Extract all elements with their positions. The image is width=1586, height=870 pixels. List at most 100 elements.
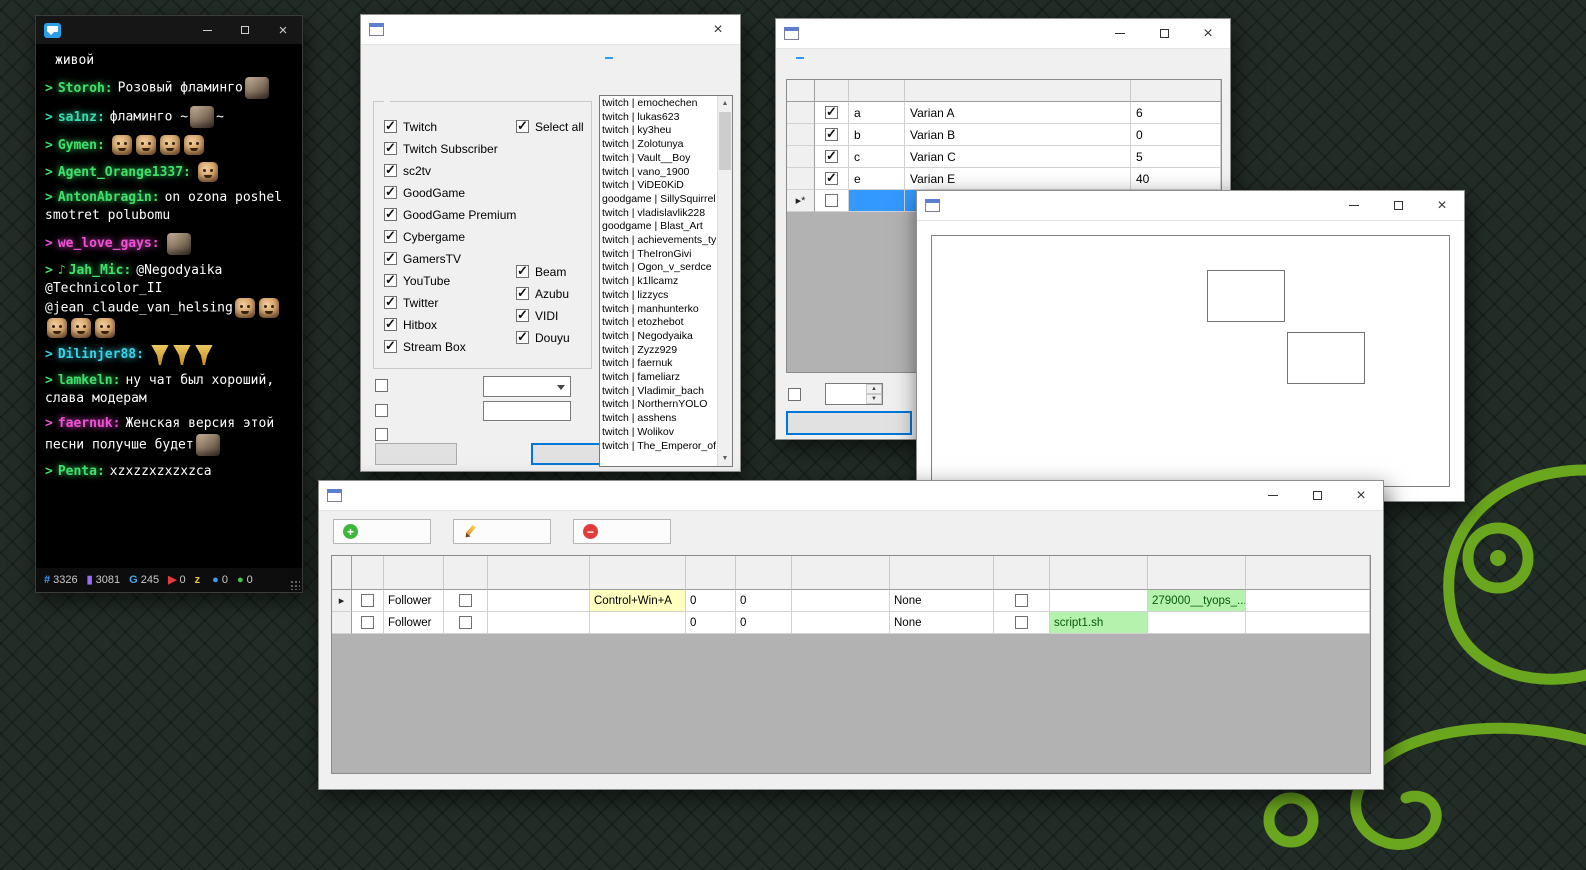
active-checkbox[interactable] (825, 128, 838, 141)
member-list-item[interactable]: twitch | lukas623 (602, 111, 732, 125)
script-cell[interactable] (1050, 590, 1148, 612)
close-icon[interactable] (1186, 19, 1230, 48)
table-row[interactable]: a Varian A 6 (787, 102, 1221, 124)
grid-corner-cell[interactable] (787, 80, 815, 102)
remove-button[interactable]: − (573, 519, 671, 544)
key-cell[interactable]: None (890, 612, 994, 634)
result-cell[interactable]: 40 (1131, 168, 1221, 190)
active-checkbox-cell[interactable] (815, 124, 849, 146)
keep-pressed-checkbox[interactable] (1015, 616, 1028, 629)
site-checkbox[interactable] (384, 274, 397, 287)
column-header-sound[interactable] (1148, 556, 1246, 590)
key-cell[interactable] (849, 190, 905, 212)
timer-checkbox[interactable] (788, 388, 801, 401)
site-checkbox-row[interactable]: sc2tv (384, 164, 516, 177)
grid-corner-cell[interactable] (332, 556, 352, 590)
table-row[interactable]: e Varian E 40 (787, 168, 1221, 190)
active-checkbox-cell[interactable] (815, 146, 849, 168)
hotkey-cell[interactable]: Control+Win+A (590, 590, 686, 612)
min-donate-cell[interactable]: 0 (686, 612, 736, 634)
site-checkbox-row[interactable]: GoodGame (384, 186, 516, 199)
site-checkbox-row[interactable]: YouTube (384, 274, 516, 287)
sound-cell[interactable]: 279000__tyops_... (1148, 590, 1246, 612)
scrollbar-thumb[interactable] (719, 112, 731, 170)
spinner-up-icon[interactable] (866, 384, 882, 394)
active-checkbox[interactable] (825, 106, 838, 119)
voting-chart-titlebar[interactable] (917, 191, 1464, 221)
without-repeats-checkbox[interactable] (375, 428, 388, 441)
members-scrollbar[interactable] (717, 96, 732, 466)
column-header-alert[interactable] (1246, 556, 1370, 590)
member-list-item[interactable]: twitch | asshens (602, 412, 732, 426)
member-list-item[interactable]: twitch | vano_1900 (602, 166, 732, 180)
spinner-down-icon[interactable] (866, 394, 882, 404)
site-checkbox-row[interactable]: Beam (516, 265, 584, 278)
result-cell[interactable]: 5 (1131, 146, 1221, 168)
maximize-button[interactable] (1376, 191, 1420, 220)
site-checkbox[interactable] (516, 265, 529, 278)
column-header-max-donate[interactable] (736, 556, 792, 590)
chat-message-list[interactable]: живой >Storoh:Розовый фламинго >sa1nz:фл… (36, 44, 302, 568)
table-row[interactable]: ▸ Follower Control+Win+A 0 0 None 279000… (332, 590, 1370, 612)
active-checkbox-cell[interactable] (815, 168, 849, 190)
rank-checkbox[interactable] (375, 379, 388, 392)
close-icon[interactable] (696, 15, 740, 44)
chat-text-cell[interactable] (488, 590, 590, 612)
member-list-item[interactable]: twitch | Zolotunya (602, 138, 732, 152)
scroll-down-icon[interactable] (718, 451, 732, 466)
member-list-item[interactable]: twitch | manhunterko (602, 303, 732, 317)
member-list-item[interactable]: twitch | Negodyaika (602, 330, 732, 344)
column-header-variant[interactable] (905, 80, 1131, 102)
voting-titlebar[interactable] (776, 19, 1230, 49)
maximize-button[interactable] (1295, 481, 1339, 510)
site-checkbox[interactable] (384, 230, 397, 243)
active-checkbox[interactable] (361, 616, 374, 629)
keep-pressed-checkbox[interactable] (1015, 594, 1028, 607)
site-checkbox[interactable] (516, 331, 529, 344)
member-list-item[interactable]: twitch | ky3heu (602, 124, 732, 138)
member-list-item[interactable]: twitch | k1llcamz (602, 275, 732, 289)
active-checkbox[interactable] (825, 194, 838, 207)
member-list-item[interactable]: twitch | Vault__Boy (602, 152, 732, 166)
site-checkbox[interactable] (384, 186, 397, 199)
minimize-button[interactable] (1251, 481, 1295, 510)
column-header-chat-text[interactable] (488, 556, 590, 590)
max-donate-cell[interactable]: 0 (736, 612, 792, 634)
chat-text-cell[interactable] (488, 612, 590, 634)
member-list-item[interactable]: twitch | ViDE0KiD (602, 179, 732, 193)
hotkey-cell[interactable] (590, 612, 686, 634)
member-list-item[interactable]: twitch | fameliarz (602, 371, 732, 385)
site-checkbox-row[interactable]: Twitter (384, 296, 516, 309)
site-checkbox[interactable] (384, 296, 397, 309)
minimize-button[interactable] (188, 16, 226, 44)
keyword-input[interactable] (483, 401, 571, 421)
site-checkbox[interactable] (384, 340, 397, 353)
member-list-item[interactable]: twitch | lizzycs (602, 289, 732, 303)
active-checkbox-cell[interactable] (352, 612, 384, 634)
only-sub-checkbox[interactable] (459, 594, 472, 607)
site-checkbox[interactable] (516, 287, 529, 300)
member-list-item[interactable]: twitch | Wolikov (602, 426, 732, 440)
column-header-min-donate[interactable] (686, 556, 736, 590)
member-list-item[interactable]: twitch | The_Emperor_of (602, 440, 732, 454)
key-cell[interactable]: a (849, 102, 905, 124)
minimize-button[interactable] (1098, 19, 1142, 48)
only-sub-cell[interactable] (444, 612, 488, 634)
column-header-title-contains[interactable] (792, 556, 890, 590)
close-icon[interactable] (264, 16, 302, 44)
title-contains-cell[interactable] (792, 612, 890, 634)
member-list-item[interactable]: twitch | etozhebot (602, 316, 732, 330)
site-checkbox[interactable] (384, 318, 397, 331)
site-checkbox[interactable] (384, 142, 397, 155)
member-list-item[interactable]: twitch | achievements_ty (602, 234, 732, 248)
voting-window-button[interactable] (786, 411, 912, 435)
row-header-cell[interactable] (332, 612, 352, 634)
column-header-only-sub[interactable] (444, 556, 488, 590)
site-checkbox-row[interactable]: Twitch Subscriber (384, 142, 516, 155)
column-header-keep-pressed[interactable] (994, 556, 1050, 590)
site-checkbox-row[interactable]: GamersTV (384, 252, 516, 265)
result-cell[interactable]: 6 (1131, 102, 1221, 124)
column-header-script[interactable] (1050, 556, 1148, 590)
column-header-a[interactable] (352, 556, 384, 590)
member-list-item[interactable]: goodgame | SillySquirrel (602, 193, 732, 207)
